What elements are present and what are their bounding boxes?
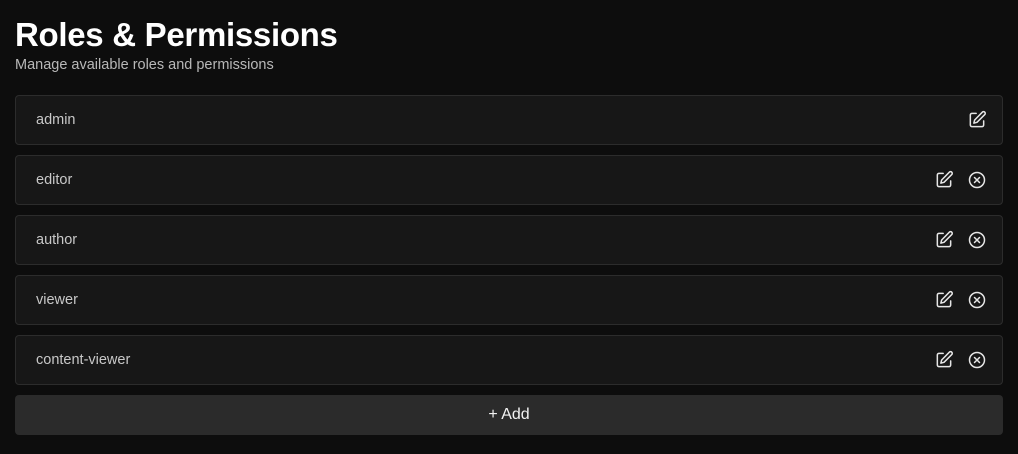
close-circle-icon[interactable] (967, 350, 987, 370)
role-name: content-viewer (36, 352, 131, 368)
role-name: viewer (36, 292, 78, 308)
close-circle-icon[interactable] (967, 290, 987, 310)
edit-icon[interactable] (934, 230, 954, 250)
close-circle-icon[interactable] (967, 230, 987, 250)
add-role-button[interactable]: + Add (15, 395, 1003, 435)
edit-icon[interactable] (934, 170, 954, 190)
role-row-editor: editor (15, 155, 1003, 205)
role-name: admin (36, 112, 76, 128)
role-actions (934, 350, 987, 370)
roles-list: admin editor author viewer content-viewe… (15, 95, 1003, 395)
role-name: author (36, 232, 78, 248)
role-row-content-viewer: content-viewer (15, 335, 1003, 385)
page-title: Roles & Permissions (15, 16, 338, 53)
edit-icon[interactable] (967, 110, 987, 130)
close-circle-icon[interactable] (967, 170, 987, 190)
roles-page: Roles & Permissions Manage available rol… (15, 0, 1003, 435)
role-actions (934, 170, 987, 190)
role-actions (934, 230, 987, 250)
role-actions (934, 290, 987, 310)
role-row-viewer: viewer (15, 275, 1003, 325)
role-row-admin: admin (15, 95, 1003, 145)
role-row-author: author (15, 215, 1003, 265)
page-subtitle: Manage available roles and permissions (15, 57, 274, 73)
role-actions (967, 110, 987, 130)
edit-icon[interactable] (934, 350, 954, 370)
role-name: editor (36, 172, 73, 188)
edit-icon[interactable] (934, 290, 954, 310)
